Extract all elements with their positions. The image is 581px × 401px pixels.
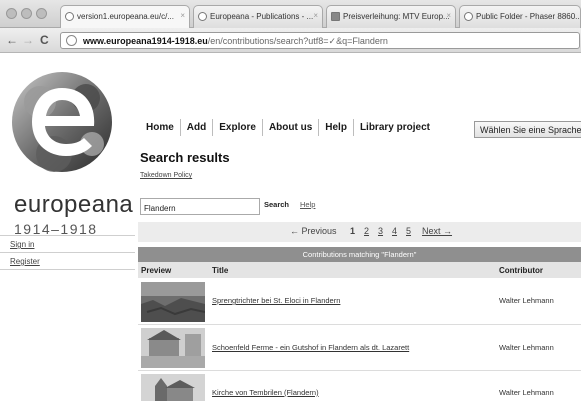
- zoom-window-icon[interactable]: [36, 8, 47, 19]
- search-help-link[interactable]: Help: [300, 200, 315, 209]
- result-contributor: Walter Lehmann: [499, 296, 554, 305]
- close-tab-icon[interactable]: ×: [313, 11, 318, 20]
- europeana-logo-icon: [12, 72, 112, 172]
- browser-toolbar: ← → C www.europeana1914-1918.eu/en/contr…: [0, 28, 581, 53]
- globe-icon: [198, 12, 207, 21]
- page-link[interactable]: 4: [392, 226, 397, 236]
- globe-icon: [464, 12, 473, 21]
- url-path: /en/contributions/search?utf8=✓&q=Flande…: [207, 36, 388, 46]
- tab-title: version1.europeana.eu/c/...: [77, 12, 174, 21]
- pagination: ← Previous 1 2 3 4 5 Next →: [138, 222, 581, 242]
- results-table-header: Preview Title Contributor: [138, 262, 581, 278]
- tab-title: Preisverleihung: MTV Europ...: [343, 12, 450, 21]
- page-link[interactable]: 3: [378, 226, 383, 236]
- register-link[interactable]: Register: [10, 257, 40, 266]
- nav-help[interactable]: Help: [318, 119, 353, 136]
- page-link-current: 1: [350, 226, 356, 236]
- browser-tab[interactable]: Europeana - Publications - ... ×: [193, 5, 323, 28]
- divider: [0, 252, 135, 253]
- preview-thumbnail[interactable]: [141, 374, 205, 401]
- main-navigation: Home Add Explore About us Help Library p…: [140, 119, 436, 139]
- column-header-contributor: Contributor: [499, 266, 543, 275]
- table-row: Kirche von Tembrilen (Flandern) Walter L…: [138, 371, 581, 401]
- minimize-window-icon[interactable]: [21, 8, 32, 19]
- search-button[interactable]: Search: [264, 200, 289, 209]
- back-arrow-icon[interactable]: ←: [6, 33, 18, 47]
- table-row: Schoenfeld Ferme - ein Gutshof in Flande…: [138, 325, 581, 371]
- browser-tab[interactable]: version1.europeana.eu/c/... ×: [60, 5, 190, 28]
- table-row: Sprengtrichter bei St. Eloci in Flandern…: [138, 279, 581, 325]
- result-title-link[interactable]: Schoenfeld Ferme - ein Gutshof in Flande…: [212, 343, 409, 352]
- nav-about-us[interactable]: About us: [261, 119, 318, 136]
- nav-explore[interactable]: Explore: [212, 119, 262, 136]
- nav-library-project[interactable]: Library project: [352, 119, 436, 136]
- nav-add[interactable]: Add: [179, 119, 212, 136]
- divider: [0, 235, 135, 236]
- site-logo[interactable]: europeana 1914–1918: [0, 58, 135, 237]
- globe-icon: [66, 35, 77, 46]
- preview-thumbnail[interactable]: [141, 328, 205, 368]
- next-page-link[interactable]: Next →: [422, 226, 452, 236]
- site-favicon-icon: [331, 12, 340, 21]
- preview-thumbnail[interactable]: [141, 282, 205, 322]
- tab-title: Public Folder - Phaser 8860...: [476, 12, 581, 21]
- close-tab-icon[interactable]: ×: [446, 11, 451, 20]
- nav-home[interactable]: Home: [140, 119, 180, 136]
- tab-title: Europeana - Publications - ...: [210, 12, 314, 21]
- browser-tab-bar: version1.europeana.eu/c/... × Europeana …: [0, 0, 581, 28]
- browser-tab[interactable]: Preisverleihung: MTV Europ... ×: [326, 5, 456, 28]
- reload-icon[interactable]: C: [40, 33, 49, 47]
- address-bar[interactable]: www.europeana1914-1918.eu/en/contributio…: [60, 32, 580, 49]
- page-title: Search results: [140, 150, 230, 165]
- site-brand-name: europeana: [14, 191, 134, 218]
- browser-tab[interactable]: Public Folder - Phaser 8860...: [459, 5, 581, 28]
- previous-page-link[interactable]: ← Previous: [290, 226, 337, 236]
- column-header-title: Title: [212, 266, 229, 275]
- search-input[interactable]: [140, 198, 260, 215]
- result-contributor: Walter Lehmann: [499, 388, 554, 397]
- page-link[interactable]: 2: [364, 226, 369, 236]
- result-title-link[interactable]: Sprengtrichter bei St. Eloci in Flandern: [212, 296, 340, 305]
- close-window-icon[interactable]: [6, 8, 17, 19]
- close-tab-icon[interactable]: ×: [180, 11, 185, 20]
- forward-arrow-icon[interactable]: →: [22, 33, 34, 47]
- results-banner: Contributions matching "Flandern": [138, 247, 581, 262]
- takedown-policy-link[interactable]: Takedown Policy: [140, 172, 192, 179]
- divider: [0, 269, 135, 270]
- page-link[interactable]: 5: [406, 226, 411, 236]
- result-title-link[interactable]: Kirche von Tembrilen (Flandern): [212, 388, 319, 397]
- column-header-preview: Preview: [141, 266, 172, 275]
- url-host: www.europeana1914-1918.eu: [83, 36, 208, 46]
- globe-icon: [65, 12, 74, 21]
- language-select[interactable]: Wählen Sie eine Sprache: [474, 121, 581, 138]
- sign-in-link[interactable]: Sign in: [10, 240, 34, 249]
- result-contributor: Walter Lehmann: [499, 343, 554, 352]
